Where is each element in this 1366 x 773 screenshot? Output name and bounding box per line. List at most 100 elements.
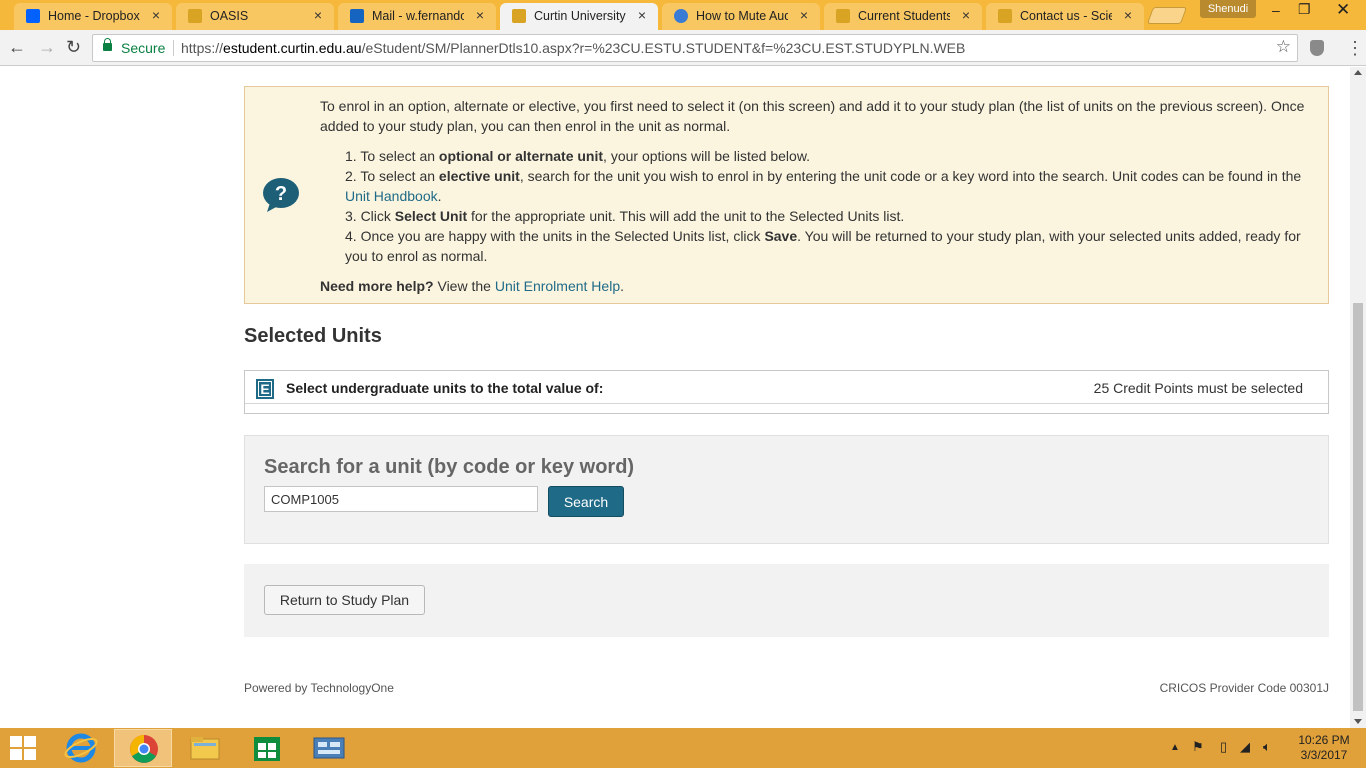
browser-tab-contact-us[interactable]: Contact us - Science × [986, 3, 1144, 30]
curtin-icon [188, 9, 202, 23]
browser-tab-mail[interactable]: Mail - w.fernando1 × [338, 3, 496, 30]
elective-icon: E [256, 379, 274, 399]
search-panel: Search for a unit (by code or key word) … [244, 435, 1329, 544]
help-text: . [620, 278, 624, 294]
secure-label: Secure [121, 40, 166, 56]
close-tab-icon[interactable]: × [1124, 7, 1132, 23]
chrome-icon[interactable] [114, 729, 172, 767]
close-tab-icon[interactable]: × [962, 7, 970, 23]
step-bold: Select Unit [394, 208, 468, 224]
info-steps: 1. To select an optional or alternate un… [345, 146, 1320, 266]
help-question-icon: ? [263, 178, 299, 212]
reload-icon[interactable]: ↻ [66, 37, 81, 58]
clock-time: 10:26 PM [1298, 733, 1350, 747]
restore-icon[interactable]: ❐ [1298, 1, 1311, 18]
credit-points-text: 25 Credit Points must be selected [1093, 380, 1303, 396]
svg-text:?: ? [275, 183, 287, 205]
search-heading: Search for a unit (by code or key word) [264, 456, 635, 478]
close-tab-icon[interactable]: × [152, 7, 160, 23]
info-step-1: 1. To select an optional or alternate un… [345, 146, 1320, 166]
step-bold: optional or alternate unit [438, 148, 604, 164]
forward-arrow-icon[interactable]: → [38, 37, 56, 58]
browser-tab-oasis[interactable]: OASIS × [176, 3, 334, 30]
divider [173, 40, 174, 56]
url-host: estudent.curtin.edu.au [223, 40, 362, 56]
minimize-icon[interactable]: – [1272, 2, 1280, 18]
tab-title: How to Mute Audio [696, 9, 788, 23]
close-tab-icon[interactable]: × [800, 7, 808, 23]
browser-tab-curtin-active[interactable]: Curtin University - × [500, 3, 658, 30]
scroll-up-arrow-icon[interactable] [1354, 70, 1362, 75]
control-panel-icon[interactable] [300, 729, 358, 767]
step-text: , search for the unit you wish to enrol … [519, 168, 1302, 184]
scroll-thumb[interactable] [1353, 303, 1363, 711]
help-line: Need more help? View the Unit Enrolment … [320, 276, 1320, 296]
help-bold: Need more help? [320, 278, 434, 294]
step-text: . [437, 188, 442, 204]
system-clock[interactable]: 10:26 PM 3/3/2017 [1294, 733, 1354, 763]
tab-title: Current Students - [858, 9, 950, 23]
tab-title: Home - Dropbox [48, 9, 140, 23]
show-hidden-icons-icon[interactable]: ▲ [1170, 742, 1180, 753]
address-bar[interactable]: Secure https://estudent.curtin.edu.au/eS… [92, 34, 1298, 62]
step-text: , your options will be listed below. [603, 148, 811, 164]
bookmark-star-icon[interactable]: ☆ [1276, 37, 1291, 57]
info-step-3: 3. Click Select Unit for the appropriate… [345, 206, 1320, 226]
windows-store-icon[interactable] [238, 729, 296, 767]
step-bold: Save [764, 228, 798, 244]
lock-icon [103, 38, 112, 51]
back-arrow-icon[interactable]: ← [8, 37, 26, 58]
help-text: View the [433, 278, 495, 294]
windows-start-icon[interactable] [10, 736, 38, 762]
browser-menu-icon[interactable]: ⋮ [1346, 38, 1364, 59]
browser-tab-current-students[interactable]: Current Students - × [824, 3, 982, 30]
step-text: for the appropriate unit. This will add … [467, 208, 905, 224]
unit-handbook-link[interactable]: Unit Handbook [345, 188, 438, 204]
close-window-icon[interactable]: ✕ [1336, 0, 1350, 20]
page-content: ? To enrol in an option, alternate or el… [0, 67, 1350, 728]
new-tab-button[interactable] [1146, 7, 1188, 24]
step-text: 1. To select an [345, 148, 439, 164]
action-center-flag-icon[interactable]: ⚑ [1192, 739, 1204, 755]
step-text: 3. Click [345, 208, 395, 224]
selected-units-heading: Selected Units [244, 325, 382, 347]
info-box: ? To enrol in an option, alternate or el… [244, 86, 1329, 304]
unit-search-input[interactable] [264, 486, 538, 512]
info-intro: To enrol in an option, alternate or elec… [320, 98, 1305, 134]
unit-enrolment-help-link[interactable]: Unit Enrolment Help [495, 278, 620, 294]
scroll-down-arrow-icon[interactable] [1354, 719, 1362, 724]
outlook-icon [350, 9, 364, 23]
profile-badge[interactable]: Shenudi [1200, 0, 1256, 18]
internet-explorer-icon[interactable] [52, 729, 110, 767]
tab-title: Mail - w.fernando1 [372, 9, 464, 23]
return-to-study-plan-button[interactable]: Return to Study Plan [264, 585, 425, 615]
powered-by-text: Powered by TechnologyOne [244, 681, 394, 695]
battery-icon[interactable]: ▯ [1220, 739, 1227, 755]
windows-taskbar: ▲ ⚑ ▯ ◢ 🔈︎ 10:26 PM 3/3/2017 [0, 728, 1366, 768]
search-button[interactable]: Search [548, 486, 624, 517]
vertical-scrollbar[interactable] [1350, 67, 1366, 728]
browser-toolbar: ← → ↻ Secure https://estudent.curtin.edu… [0, 30, 1366, 66]
clock-date: 3/3/2017 [1300, 748, 1348, 762]
tab-title: OASIS [210, 9, 249, 23]
return-panel: Return to Study Plan [244, 564, 1329, 637]
url-text[interactable]: https://estudent.curtin.edu.au/eStudent/… [181, 40, 965, 56]
browser-tab-strip: Home - Dropbox × OASIS × Mail - w.fernan… [0, 0, 1366, 30]
info-text: To enrol in an option, alternate or elec… [320, 96, 1320, 296]
file-explorer-icon[interactable] [176, 729, 234, 767]
close-tab-icon[interactable]: × [638, 7, 646, 23]
tab-title: Curtin University - [534, 9, 626, 23]
browser-tab-dropbox[interactable]: Home - Dropbox × [14, 3, 172, 30]
browser-tab-mute-audio[interactable]: How to Mute Audio × [662, 3, 820, 30]
close-tab-icon[interactable]: × [476, 7, 484, 23]
info-step-2: 2. To select an elective unit, search fo… [345, 166, 1320, 206]
network-signal-icon[interactable]: ◢ [1240, 739, 1250, 755]
extension-shield-icon[interactable] [1310, 40, 1324, 56]
volume-icon[interactable]: 🔈︎ [1263, 739, 1271, 755]
close-tab-icon[interactable]: × [314, 7, 322, 23]
step-bold: elective unit [438, 168, 520, 184]
curtin-icon [836, 9, 850, 23]
info-step-4: 4. Once you are happy with the units in … [345, 226, 1320, 266]
cricos-code-text: CRICOS Provider Code 00301J [1159, 681, 1329, 695]
requirement-label: Select undergraduate units to the total … [286, 380, 604, 396]
